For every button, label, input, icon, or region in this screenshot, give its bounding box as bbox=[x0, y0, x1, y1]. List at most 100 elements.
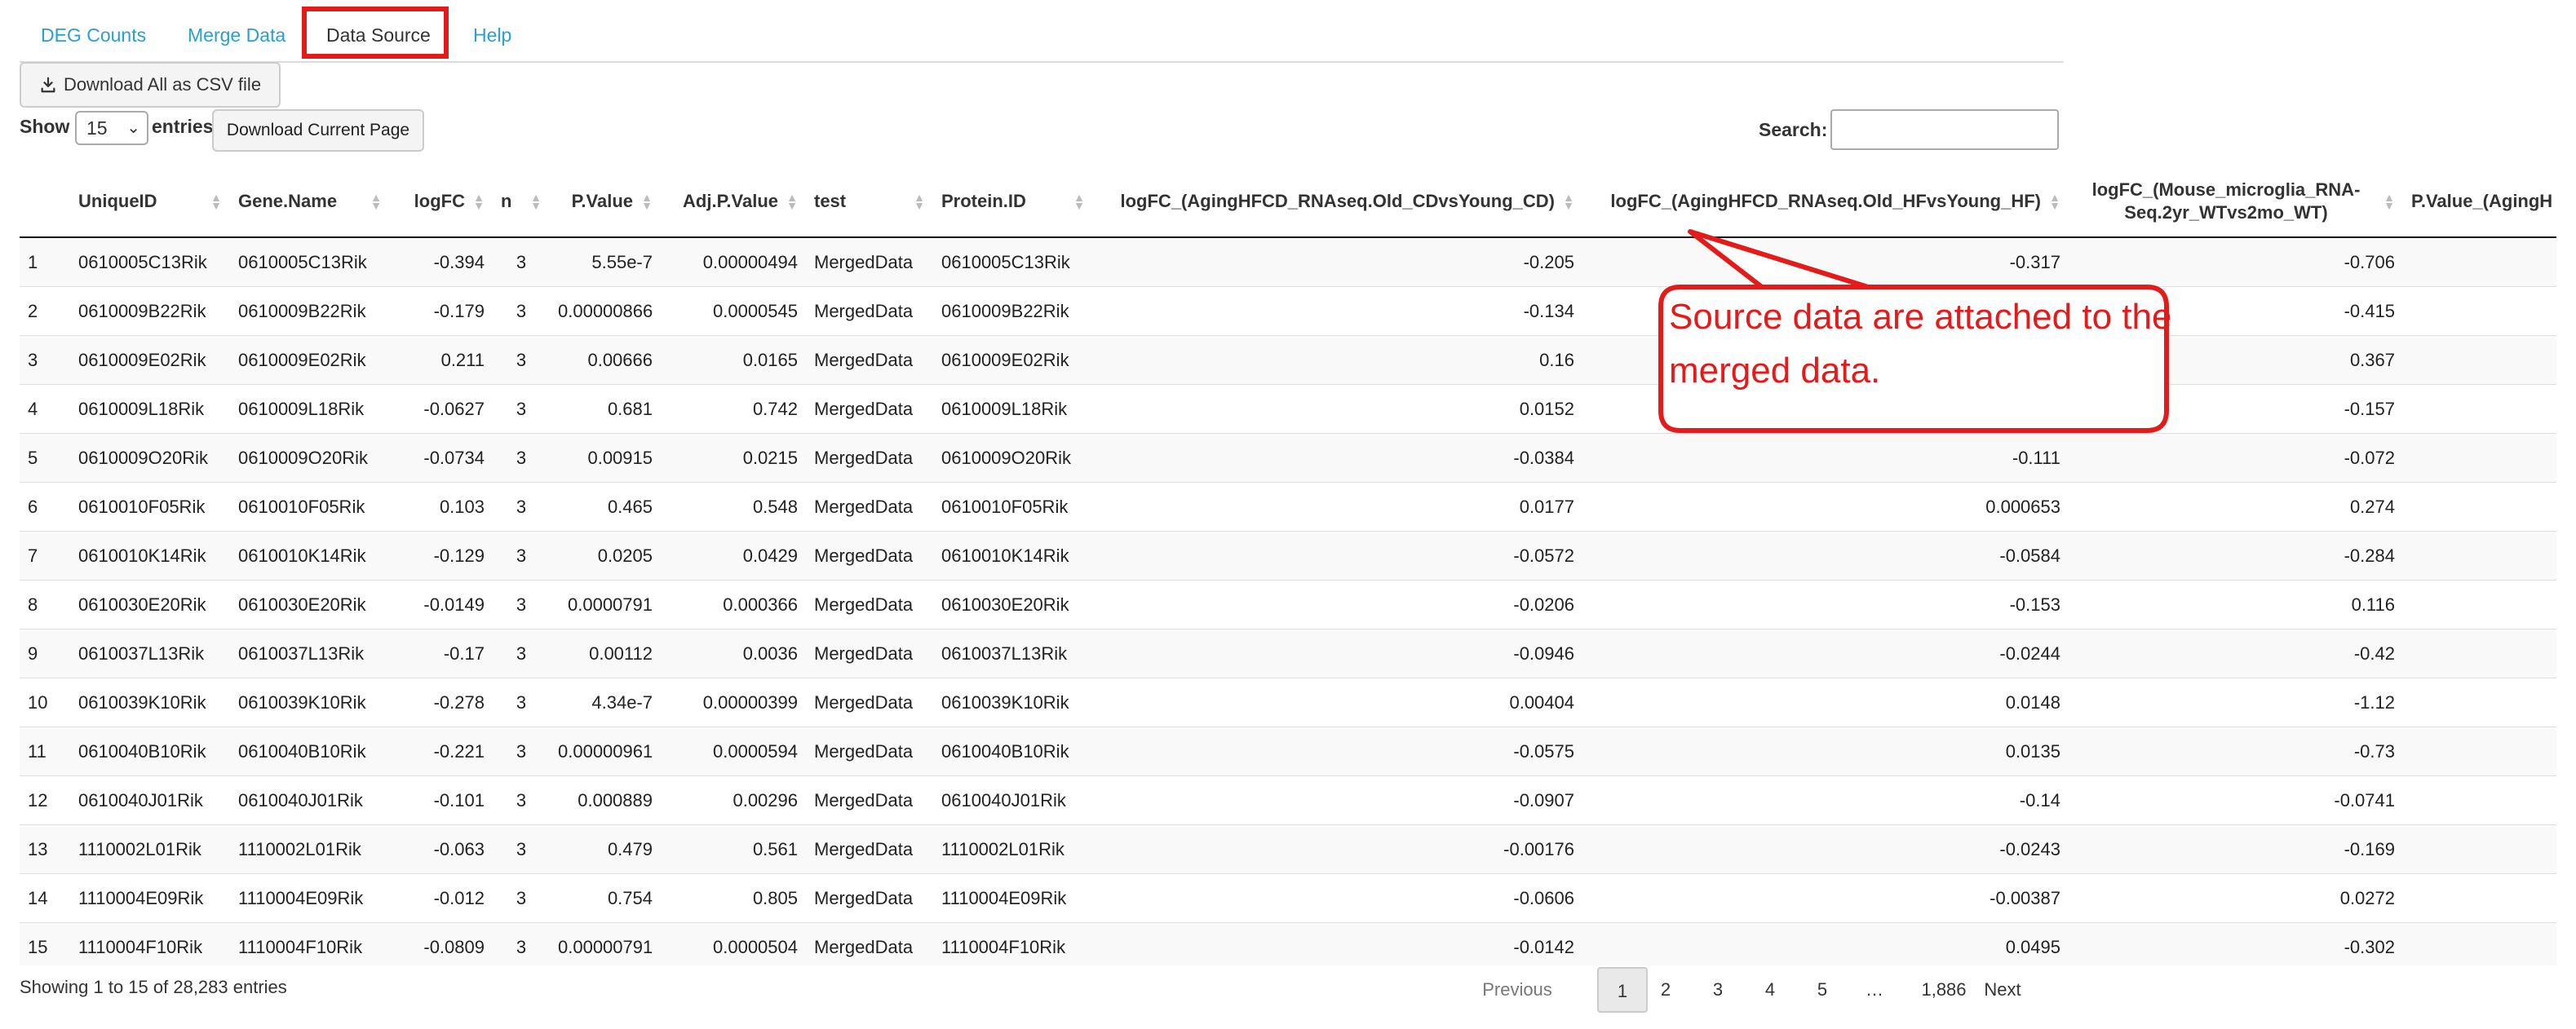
table-cell: -0.17 bbox=[390, 629, 493, 678]
table-cell: 0.00296 bbox=[661, 775, 806, 825]
table-cell: 0.00000494 bbox=[661, 236, 806, 287]
column-header[interactable]: logFC_(AgingHFCD_RNAseq.Old_CDvsYoung_CD… bbox=[1093, 166, 1582, 238]
pagination-page[interactable]: 5 bbox=[1806, 967, 1839, 1013]
table-cell: 0.00404 bbox=[1093, 678, 1582, 727]
table-row[interactable]: 13 1110002L01Rik 1110002L01Rik -0.063 3 0.479… bbox=[20, 824, 2556, 874]
table-row[interactable]: 5 0610009O20Rik 0610009O20Rik -0.0734 3 0.009… bbox=[20, 433, 2556, 483]
column-header[interactable]: logFC ▲ ▼ bbox=[390, 166, 493, 238]
table-cell: -0.0384 bbox=[1093, 433, 1582, 483]
table-cell: -0.394 bbox=[390, 236, 493, 287]
column-header[interactable]: P.Value_(AgingH▲▼ bbox=[2403, 166, 2556, 238]
table-cell: 0.681 bbox=[550, 384, 661, 434]
pagination-next[interactable]: Next bbox=[1971, 967, 2034, 1013]
table-row[interactable]: 10 0610039K10Rik 0610039K10Rik -0.278 3 4.34e… bbox=[20, 678, 2556, 727]
table-row[interactable]: 12 0610040J01Rik 0610040J01Rik -0.101 3 0.000… bbox=[20, 775, 2556, 825]
table-row[interactable]: 6 0610010F05Rik 0610010F05Rik 0.103 3 0.465 0.… bbox=[20, 482, 2556, 532]
tab-deg-counts[interactable]: DEG Counts bbox=[41, 8, 146, 62]
table-header-row: UniqueID ▲ ▼ Gene.Name ▲ ▼ logFC ▲ ▼ n ▲ ▼ P.Value ▲ ▼… bbox=[20, 166, 2556, 238]
table-cell: 0610037L13Rik bbox=[933, 629, 1093, 678]
pagination-page[interactable]: 4 bbox=[1754, 967, 1786, 1013]
search-input[interactable] bbox=[1830, 109, 2059, 150]
column-header-label: Gene.Name bbox=[238, 191, 338, 211]
table-cell: 0610040B10Rik bbox=[70, 726, 230, 776]
table-cell: -0.14 bbox=[1582, 775, 2069, 825]
table-cell: 0610010K14Rik bbox=[933, 531, 1093, 581]
tab-help[interactable]: Help bbox=[473, 8, 511, 62]
table-row[interactable]: 8 0610030E20Rik 0610030E20Rik -0.0149 3 0.000… bbox=[20, 580, 2556, 629]
column-header[interactable] bbox=[20, 166, 70, 238]
table-info: Showing 1 to 15 of 28,283 entries bbox=[20, 977, 287, 997]
download-current-page-label: Download Current Page bbox=[226, 121, 410, 139]
column-header[interactable]: Gene.Name ▲ ▼ bbox=[230, 166, 390, 238]
table-cell: 11 bbox=[20, 726, 70, 776]
tab-divider bbox=[20, 61, 2064, 63]
table-cell: 0610009L18Rik bbox=[230, 384, 390, 434]
table-cell bbox=[2403, 286, 2556, 336]
table-cell: -0.063 bbox=[390, 824, 493, 874]
download-all-csv-button[interactable]: Download All as CSV file bbox=[20, 62, 281, 108]
pagination-previous[interactable]: Previous bbox=[1468, 967, 1566, 1013]
column-header[interactable]: test ▲ ▼ bbox=[806, 166, 933, 238]
table-row[interactable]: 7 0610010K14Rik 0610010K14Rik -0.129 3 0.0205… bbox=[20, 531, 2556, 581]
table-row[interactable]: 1 0610005C13Rik 0610005C13Rik -0.394 3 5.55e-… bbox=[20, 236, 2556, 287]
pagination-page[interactable]: 3 bbox=[1702, 967, 1734, 1013]
table-cell: -0.0606 bbox=[1093, 873, 1582, 923]
table-cell: -0.706 bbox=[2069, 236, 2403, 287]
column-header-label: logFC_(AgingHFCD_RNAseq.Old_HFvsYoung_HF… bbox=[1610, 191, 2041, 211]
download-icon bbox=[41, 77, 55, 93]
table-cell: -0.205 bbox=[1093, 236, 1582, 287]
table-cell: -0.221 bbox=[390, 726, 493, 776]
table-cell: MergedData bbox=[806, 726, 933, 776]
column-header[interactable]: UniqueID ▲ ▼ bbox=[70, 166, 230, 238]
download-current-page-button[interactable]: Download Current Page bbox=[212, 109, 424, 152]
table-cell bbox=[2403, 922, 2556, 965]
table-cell: 12 bbox=[20, 775, 70, 825]
pagination-page[interactable]: 1 bbox=[1597, 967, 1648, 1013]
table-cell: MergedData bbox=[806, 873, 933, 923]
entries-per-page-select[interactable]: 15 ⌄ bbox=[75, 111, 148, 145]
table-cell: -0.012 bbox=[390, 873, 493, 923]
table-cell: -0.0244 bbox=[1582, 629, 2069, 678]
table-cell: -0.00387 bbox=[1582, 873, 2069, 923]
table-cell: 0.0215 bbox=[661, 433, 806, 483]
table-cell: 3 bbox=[493, 824, 550, 874]
table-row[interactable]: 3 0610009E02Rik 0610009E02Rik 0.211 3 0.00666… bbox=[20, 335, 2556, 385]
table-row[interactable]: 14 1110004E09Rik 1110004E09Rik -0.012 3 0.754… bbox=[20, 873, 2556, 923]
table-cell: 0610010F05Rik bbox=[230, 482, 390, 532]
column-header[interactable]: logFC_(AgingHFCD_RNAseq.Old_HFvsYoung_HF… bbox=[1582, 166, 2069, 238]
table-cell: -0.0572 bbox=[1093, 531, 1582, 581]
table-cell: 0610040B10Rik bbox=[933, 726, 1093, 776]
pagination-page[interactable]: 2 bbox=[1649, 967, 1682, 1013]
chevron-down-icon: ⌄ bbox=[126, 119, 140, 137]
table-cell: 0610039K10Rik bbox=[933, 678, 1093, 727]
column-header[interactable]: n ▲ ▼ bbox=[493, 166, 550, 238]
table-cell: 0.0000545 bbox=[661, 286, 806, 336]
table-cell: 0610009O20Rik bbox=[230, 433, 390, 483]
column-header-label: test bbox=[814, 191, 847, 211]
table-cell: -0.0243 bbox=[1582, 824, 2069, 874]
column-header[interactable]: logFC_(Mouse_microglia_RNA-Seq.2yr_WTvs2… bbox=[2069, 166, 2403, 238]
table-cell: 13 bbox=[20, 824, 70, 874]
table-cell: 1110004E09Rik bbox=[230, 873, 390, 923]
column-header[interactable]: P.Value ▲ ▼ bbox=[550, 166, 661, 238]
pagination-page[interactable]: 1,886 bbox=[1915, 967, 1972, 1013]
table-row[interactable]: 4 0610009L18Rik 0610009L18Rik -0.0627 3 0.681… bbox=[20, 384, 2556, 434]
table-cell: -0.134 bbox=[1093, 286, 1582, 336]
column-header[interactable]: Adj.P.Value ▲ ▼ bbox=[661, 166, 806, 238]
column-header[interactable]: Protein.ID ▲ ▼ bbox=[933, 166, 1093, 238]
table-row[interactable]: 2 0610009B22Rik 0610009B22Rik -0.179 3 0.0000… bbox=[20, 286, 2556, 336]
data-table-container: UniqueID ▲ ▼ Gene.Name ▲ ▼ logFC ▲ ▼ n ▲ ▼ P.Value ▲ ▼… bbox=[20, 166, 2556, 965]
table-cell: -0.0142 bbox=[1093, 922, 1582, 965]
column-header-label: P.Value_(AgingH bbox=[2411, 191, 2553, 211]
tab-merge-data[interactable]: Merge Data bbox=[188, 8, 285, 62]
table-row[interactable]: 9 0610037L13Rik 0610037L13Rik -0.17 3 0.00112… bbox=[20, 629, 2556, 678]
table-cell: 0610040B10Rik bbox=[230, 726, 390, 776]
table-row[interactable]: 11 0610040B10Rik 0610040B10Rik -0.221 3 0.000… bbox=[20, 726, 2556, 776]
table-row[interactable]: 15 1110004F10Rik 1110004F10Rik -0.0809 3 0.00… bbox=[20, 922, 2556, 965]
table-cell: 0.00666 bbox=[550, 335, 661, 385]
table-cell: -0.0575 bbox=[1093, 726, 1582, 776]
table-cell: 0.0205 bbox=[550, 531, 661, 581]
table-cell: -0.73 bbox=[2069, 726, 2403, 776]
table-cell: -0.072 bbox=[2069, 433, 2403, 483]
table-cell: 0610009B22Rik bbox=[70, 286, 230, 336]
